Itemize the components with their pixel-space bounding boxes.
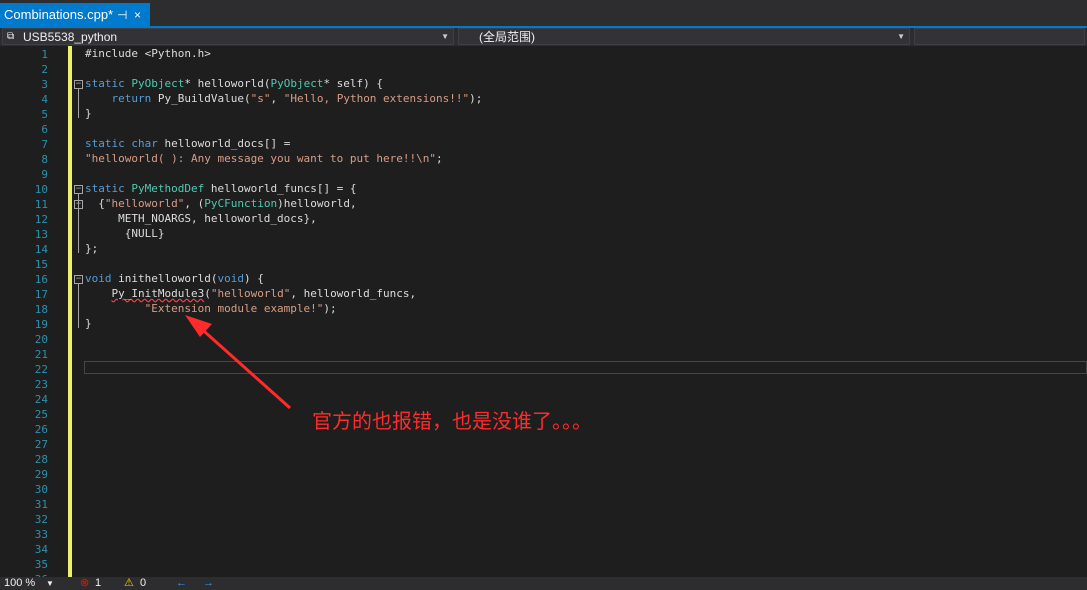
- chevron-down-icon[interactable]: ▼: [46, 577, 54, 590]
- back-arrow-icon[interactable]: ←: [176, 577, 187, 590]
- warning-count: 0: [140, 577, 147, 589]
- error-count: 1: [95, 577, 102, 589]
- annotation-arrow: [185, 315, 291, 410]
- forward-arrow-icon[interactable]: →: [203, 577, 214, 590]
- zoom-level[interactable]: 100 %: [4, 577, 35, 590]
- warning-icon[interactable]: ⚠: [124, 577, 134, 590]
- annotation-text: 官方的也报错，也是没谁了。。。: [312, 409, 592, 433]
- error-icon[interactable]: ⊗: [80, 577, 89, 590]
- status-bar: 100 % ▼ ⊗ 1 ⚠ 0 ← →: [0, 577, 1087, 590]
